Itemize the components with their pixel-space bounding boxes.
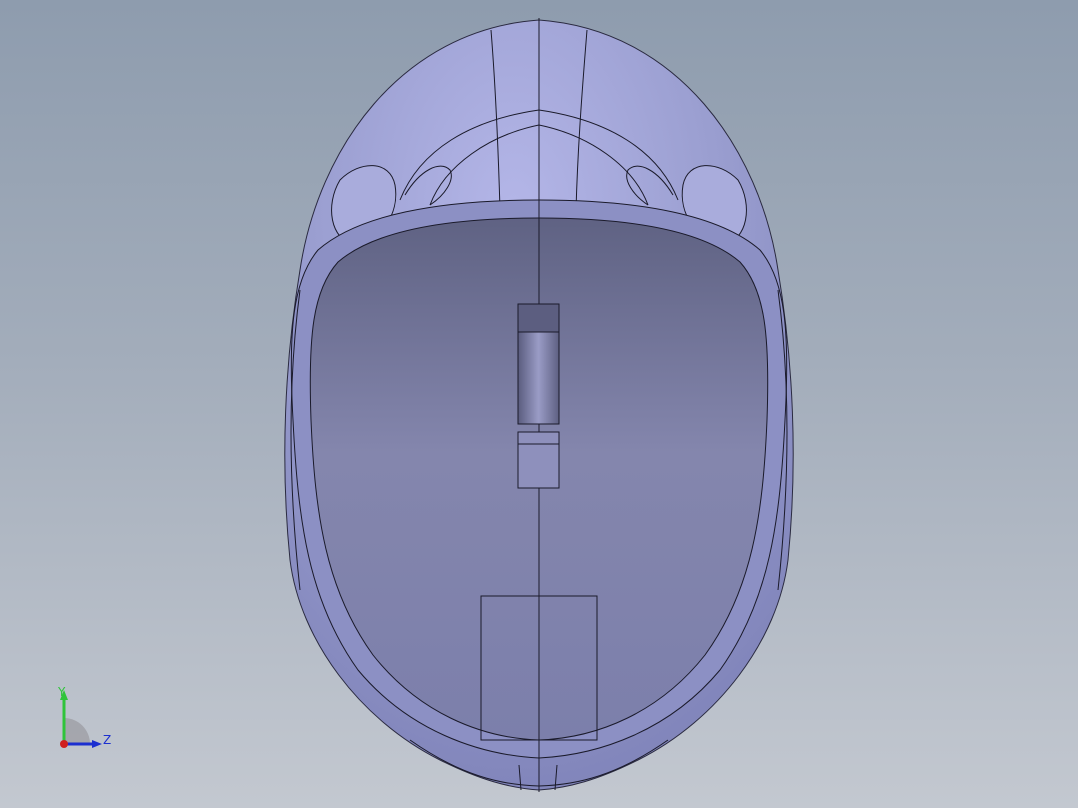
x-axis-dot <box>60 740 68 748</box>
slot-top-cap <box>517 303 560 333</box>
helmet-model[interactable] <box>0 0 1078 808</box>
z-axis-label: Z <box>103 733 112 747</box>
axis-triad[interactable]: Y Z <box>48 682 128 762</box>
slot-body <box>517 331 560 425</box>
y-axis-label: Y <box>58 685 66 699</box>
3d-viewport[interactable]: Y Z <box>0 0 1078 808</box>
slot-lower <box>517 431 560 489</box>
